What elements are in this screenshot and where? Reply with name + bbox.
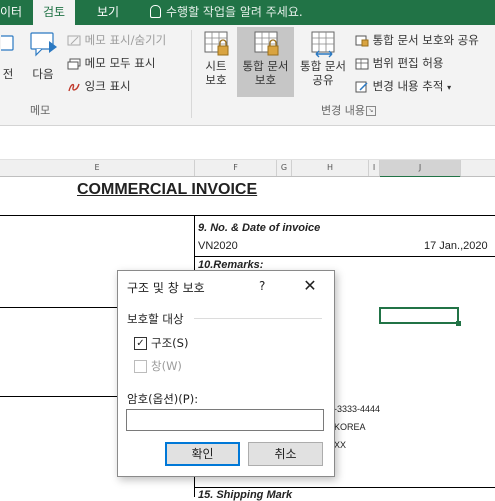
column-headers: E F G H I J: [0, 160, 495, 178]
protect-workbook-label-2: 보호: [254, 73, 277, 87]
track-changes-icon: [355, 81, 368, 92]
ink-icon: [68, 83, 80, 91]
cancel-button[interactable]: 취소: [248, 442, 323, 466]
structure-checkbox[interactable]: ✓: [134, 337, 147, 350]
tell-me-text: 수행할 작업을 알려 주세요.: [166, 5, 303, 19]
comment-icon: [1, 35, 14, 51]
ribbon-tab-bar: 이터 검토 보기 수행할 작업을 알려 주세요.: [0, 0, 495, 25]
help-button[interactable]: ?: [259, 279, 265, 293]
allow-edit-ranges-label: 범위 편집 허용: [372, 56, 444, 70]
tell-me-box[interactable]: 수행할 작업을 알려 주세요.: [150, 0, 303, 25]
invoice-number: VN2020: [198, 240, 238, 252]
share-workbook-button[interactable]: 통합 문서 공유: [295, 29, 351, 97]
invoice-no-label: 9. No. & Date of invoice: [198, 222, 321, 234]
show-hide-comment-label: 메모 표시/숨기기: [84, 33, 167, 47]
section-divider: [194, 318, 322, 319]
tab-data-partial[interactable]: 이터: [0, 0, 22, 25]
memo-group-label: 메모: [30, 104, 51, 117]
protect-workbook-label-1: 통합 문서: [242, 59, 289, 73]
table-border-left-1: [0, 307, 118, 308]
protect-sheet-label-1: 시트: [205, 59, 227, 73]
xx-text: XX: [334, 440, 347, 450]
country-text: KOREA: [334, 422, 366, 432]
close-button[interactable]: ✕: [298, 274, 322, 298]
protect-sheet-icon: [204, 31, 229, 56]
next-comment-label: 다음: [32, 67, 54, 81]
active-cell[interactable]: [379, 307, 459, 324]
show-hide-comment-button[interactable]: 메모 표시/숨기기: [67, 32, 166, 48]
column-header-j[interactable]: J: [380, 160, 461, 178]
share-workbook-icon: [311, 31, 335, 58]
windows-checkbox[interactable]: [134, 360, 147, 373]
phone-text: -3333-4444: [334, 404, 381, 414]
password-label: 암호(옵션)(P):: [127, 392, 199, 406]
track-changes-button[interactable]: 변경 내용 추적 ▾: [355, 78, 451, 94]
password-input[interactable]: [126, 409, 324, 431]
previous-comment-label: 전: [2, 67, 14, 81]
column-header-i[interactable]: I: [369, 160, 380, 176]
dialog-title: 구조 및 창 보호: [127, 281, 205, 295]
ribbon-review: 전 다음 메모 표시/숨기기 메모 모두 표시 잉크 표시 메모 시트 보호 통…: [0, 25, 495, 126]
protect-workbook-button[interactable]: 통합 문서 보호: [237, 27, 294, 97]
dialog-launcher-icon[interactable]: ↘: [366, 106, 376, 116]
ok-button[interactable]: 확인: [165, 442, 240, 466]
protect-share-icon: [355, 35, 369, 46]
protect-section-label: 보호할 대상: [127, 312, 184, 326]
track-changes-label: 변경 내용 추적: [372, 79, 444, 93]
changes-group-label: 변경 내용: [321, 104, 365, 117]
checkmark-icon: ✓: [136, 338, 145, 349]
table-border-bottom: [194, 487, 495, 488]
windows-label[interactable]: 창(W): [151, 358, 182, 374]
column-header-h[interactable]: H: [292, 160, 369, 176]
protect-structure-dialog: 구조 및 창 보호 ? ✕ 보호할 대상 ✓ 구조(S) 창(W) 암호(옵션)…: [117, 270, 335, 477]
fill-handle[interactable]: [456, 321, 461, 326]
protect-sheet-button[interactable]: 시트 보호: [197, 29, 235, 97]
protect-workbook-icon: [254, 31, 278, 56]
protect-sheet-label-2: 보호: [205, 73, 227, 87]
table-border-top: [0, 215, 495, 216]
table-border-left-2: [0, 396, 118, 397]
next-comment-icon: [30, 32, 57, 57]
share-workbook-label-1: 통합 문서: [300, 59, 346, 73]
edit-ranges-icon: [355, 58, 369, 69]
invoice-title: COMMERCIAL INVOICE: [77, 181, 258, 198]
protect-and-share-button[interactable]: 통합 문서 보호와 공유: [355, 32, 479, 48]
column-header-g[interactable]: G: [277, 160, 292, 176]
formula-bar-area: [0, 126, 495, 160]
table-border-right-1: [194, 256, 495, 257]
column-header-f[interactable]: F: [195, 160, 277, 176]
next-comment-button[interactable]: 다음: [25, 29, 61, 91]
column-header-e[interactable]: E: [0, 160, 195, 176]
comment-edit-icon: [67, 35, 81, 45]
group-separator: [191, 30, 192, 118]
show-ink-label: 잉크 표시: [84, 79, 131, 93]
show-all-comments-label: 메모 모두 표시: [84, 56, 156, 70]
tab-review[interactable]: 검토: [33, 0, 76, 25]
protect-and-share-label: 통합 문서 보호와 공유: [372, 33, 479, 47]
allow-edit-ranges-button[interactable]: 범위 편집 허용: [355, 55, 443, 71]
show-all-comments-button[interactable]: 메모 모두 표시: [67, 55, 155, 71]
comments-icon: [67, 58, 81, 69]
lightbulb-icon: [150, 5, 161, 18]
tab-view[interactable]: 보기: [97, 0, 119, 25]
structure-label[interactable]: 구조(S): [151, 335, 188, 351]
previous-comment-button[interactable]: 전: [0, 31, 16, 91]
show-ink-button[interactable]: 잉크 표시: [67, 78, 131, 94]
chevron-down-icon: ▾: [447, 83, 452, 92]
invoice-date: 17 Jan.,2020: [424, 240, 488, 252]
shipping-mark-label: 15. Shipping Mark: [198, 489, 293, 501]
share-workbook-label-2: 공유: [312, 73, 334, 87]
